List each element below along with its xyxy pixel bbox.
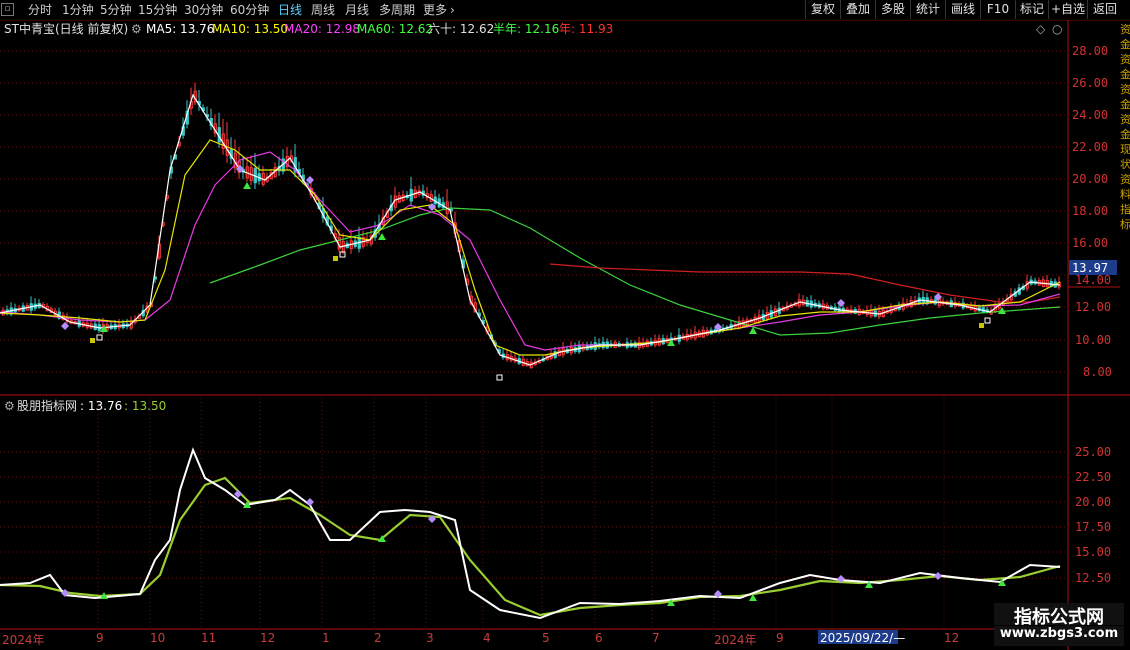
indicator-signal-line (0, 476, 1061, 617)
date-tick: 2024年 (714, 633, 757, 647)
date-tick: 4 (483, 631, 491, 645)
date-tick: 12 (944, 631, 960, 645)
ma60-line (209, 207, 1061, 336)
price-tick: 20.00 (1072, 172, 1109, 186)
price-tick: 10.00 (1075, 333, 1112, 347)
signal-markers (61, 165, 1006, 381)
price-tick: 28.00 (1072, 44, 1109, 58)
ma5-line (0, 93, 1061, 366)
date-tick: 7 (652, 631, 660, 645)
indicator-settings-icon[interactable]: ⚙ (4, 398, 15, 414)
price-tick: 22.00 (1072, 140, 1109, 154)
price-tick: 8.00 (1083, 365, 1112, 379)
indicator-tick: 17.50 (1075, 520, 1112, 534)
candlesticks (1, 82, 1061, 369)
indicator-signal-markers (61, 490, 1006, 606)
price-tick: 12.00 (1075, 300, 1112, 314)
right-side-panel-strip[interactable]: 资金资金资金资金现状资料指标 (1120, 22, 1130, 392)
indicator-tick: 12.50 (1075, 571, 1112, 585)
price-tick: 16.00 (1072, 236, 1109, 250)
date-tick: 2024年 (2, 633, 45, 647)
date-tick: 3 (426, 631, 434, 645)
kline-chart (0, 20, 1130, 650)
date-tick: 5 (542, 631, 550, 645)
date-tick: 9 (96, 631, 104, 645)
indicator-tick: 22.50 (1075, 470, 1112, 484)
indicator-value-1: : 13.76 (80, 399, 123, 413)
date-tick: 10 (150, 631, 166, 645)
price-tick: 24.00 (1072, 108, 1109, 122)
indicator-title: 股朋指标网 (17, 399, 78, 413)
current-price-label: 13.97 (1072, 261, 1109, 275)
date-tick: 1 (322, 631, 330, 645)
date-tick: 6 (595, 631, 603, 645)
price-tick: 14.00 (1075, 273, 1112, 287)
watermark-url: www.zbgs3.com (994, 626, 1124, 646)
indicator-gridlines (0, 451, 1068, 579)
date-tick: 11 (201, 631, 217, 645)
price-gridlines (0, 50, 1068, 373)
month-gridlines (97, 398, 945, 629)
indicator-main-line (0, 447, 1061, 620)
date-tick: 2 (374, 631, 382, 645)
indicator-value-2: : 13.50 (124, 399, 167, 413)
price-tick: 18.00 (1072, 204, 1109, 218)
indicator-tick: 20.00 (1075, 495, 1112, 509)
price-tick: 26.00 (1072, 76, 1109, 90)
date-cursor-label: 2025/09/22/— (820, 631, 906, 645)
date-tick: 9 (776, 631, 784, 645)
indicator-tick: 15.00 (1075, 545, 1112, 559)
date-tick: 12 (260, 631, 276, 645)
indicator-tick: 25.00 (1075, 445, 1112, 459)
watermark-title: 指标公式网 (994, 603, 1124, 628)
